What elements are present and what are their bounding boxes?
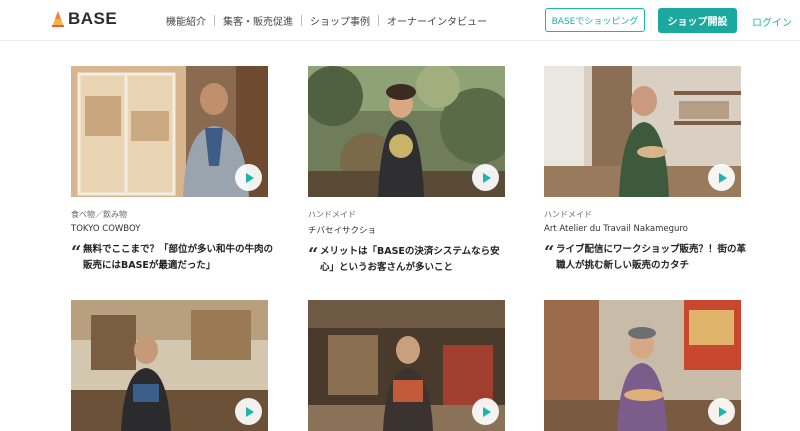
interview-card[interactable]: 食べ物／飲み物 TOKYO COWBOY “ 無料でここまで？「部位が多い和牛の… [71,66,274,274]
main-nav: 機能紹介 集客・販売促進 ショップ事例 オーナーインタビュー [158,13,495,28]
play-button-icon[interactable] [708,164,735,191]
quote-mark-icon: “ [71,242,82,263]
base-logo-mark-icon [52,11,64,27]
play-button-icon[interactable] [235,164,262,191]
shopping-button[interactable]: BASEでショッピング [545,8,645,32]
card-category: 食べ物／飲み物 [71,210,127,219]
play-button-icon[interactable] [472,164,499,191]
card-quote[interactable]: “ メリットは「BASEの決済システムなら安 心」というお客さんが多いこと [308,244,505,276]
open-shop-button[interactable]: ショップ開設 [658,8,737,33]
card-quote-line: メリットは「BASEの決済システムなら安 [320,246,500,257]
nav-item-promotion[interactable]: 集客・販売促進 [215,13,301,28]
base-logo[interactable]: BASE [50,9,117,29]
card-quote-line: 心」というお客さんが多いこと [320,262,454,273]
card-thumbnail[interactable] [308,66,505,197]
card-thumbnail[interactable] [71,66,268,197]
interview-card[interactable] [544,300,741,431]
logo-text: BASE [68,9,118,28]
interview-card[interactable]: ハンドメイド Art Atelier du Travail Nakameguro… [544,66,747,274]
nav-item-owner-interviews[interactable]: オーナーインタビュー [379,13,495,28]
card-quote-line: 職人が挑む新しい販売のカタチ [556,260,690,271]
play-button-icon[interactable] [235,398,262,425]
card-category: ハンドメイド [308,210,356,219]
card-thumbnail[interactable] [71,300,268,431]
card-quote[interactable]: “ ライブ配信にワークショップ販売？！街の革 職人が挑む新しい販売のカタチ [544,242,747,274]
quote-mark-icon: “ [544,242,555,263]
nav-item-features[interactable]: 機能紹介 [158,13,214,28]
interview-card[interactable] [308,300,505,431]
card-shop-name[interactable]: Art Atelier du Travail Nakameguro [544,224,741,234]
card-thumbnail[interactable] [308,300,505,431]
site-header: BASE 機能紹介 集客・販売促進 ショップ事例 オーナーインタビュー BASE… [0,0,800,41]
interview-card[interactable]: ハンドメイド チバセイサクショ “ メリットは「BASEの決済システムなら安 心… [308,66,505,276]
play-button-icon[interactable] [472,398,499,425]
card-shop-name[interactable]: チバセイサクショ [308,224,505,236]
play-button-icon[interactable] [708,398,735,425]
card-shop-name[interactable]: TOKYO COWBOY [71,224,268,234]
card-quote-line: 無料でここまで？「部位が多い和牛の牛肉の [83,244,274,255]
quote-mark-icon: “ [308,244,319,265]
nav-item-shop-cases[interactable]: ショップ事例 [302,13,378,28]
login-link[interactable]: ログイン [752,14,792,29]
card-quote-line: 販売にはBASEが最適だった」 [83,260,216,271]
card-thumbnail[interactable] [544,66,741,197]
card-quote[interactable]: “ 無料でここまで？「部位が多い和牛の牛肉の 販売にはBASEが最適だった」 [71,242,274,274]
interview-card[interactable] [71,300,268,431]
card-quote-line: ライブ配信にワークショップ販売？！街の革 [556,244,747,255]
card-thumbnail[interactable] [544,300,741,431]
card-category: ハンドメイド [544,210,592,219]
